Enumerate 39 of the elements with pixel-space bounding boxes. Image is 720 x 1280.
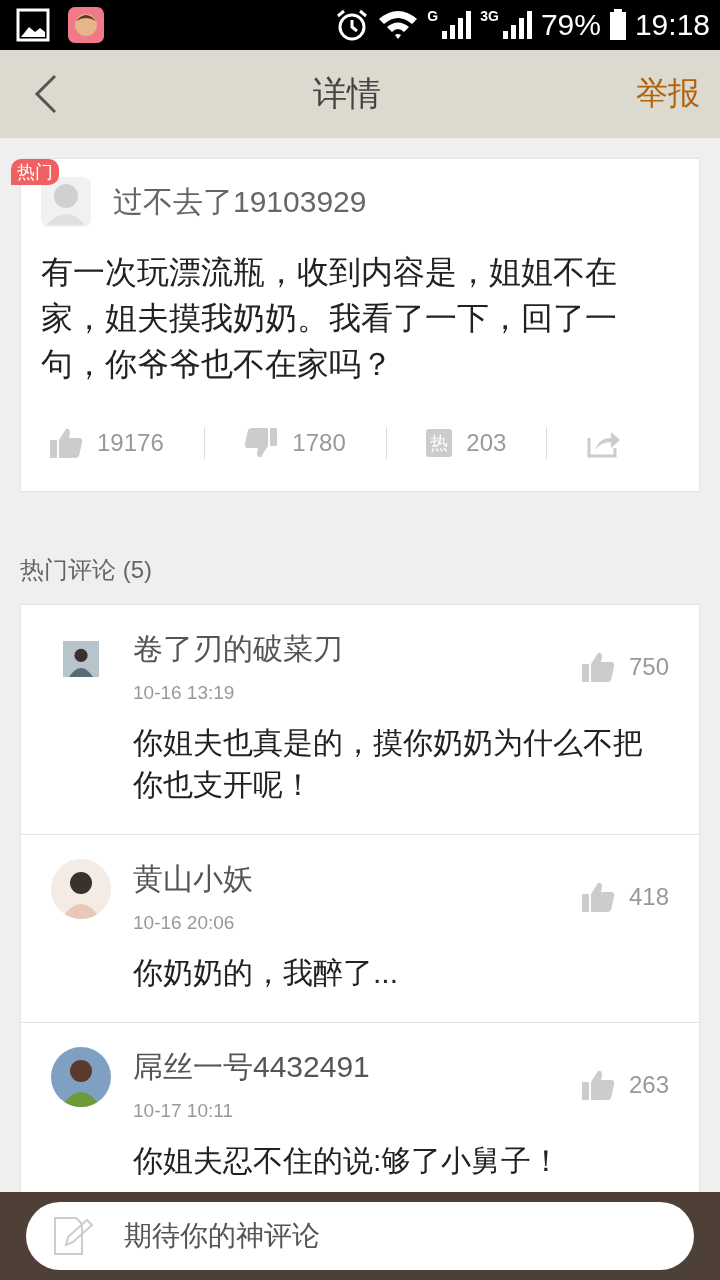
comment-time: 10-17 10:11 [133,1100,234,1122]
battery-percent: 79% [540,8,601,42]
thumbs-down-icon [244,427,279,459]
comment-text: 你奶奶的，我醉了... [133,955,399,991]
alarm-icon [335,8,370,42]
battery-icon [608,9,627,41]
commenter-name: 卷了刃的破菜刀 [133,631,343,667]
thumbs-up-icon [49,427,83,459]
comment-time: 10-16 20:06 [133,912,236,934]
thumbs-up-icon [580,650,615,683]
image-icon [16,8,50,42]
back-icon[interactable] [34,74,58,114]
signal-icon [500,9,533,41]
clock: 19:18 [634,8,710,42]
thumbs-up-icon [580,1068,615,1101]
like-button[interactable]: 19176 [49,427,164,459]
author-name: 过不去了19103929 [113,183,367,220]
commenter-name: 黄山小妖 [133,861,253,897]
comment-time: 10-16 13:19 [133,682,236,704]
section-title: 热门评论 (5) [20,555,153,585]
comment-text: 你姐夫也真是的，摸你奶奶为什么不把你也支开呢！ [133,725,644,803]
like-button[interactable]: 750 [580,650,669,683]
dislike-button[interactable]: 1780 [244,427,346,459]
hot-badge: 热门 [11,159,59,185]
report-button[interactable]: 举报 [636,72,700,116]
comment-field[interactable]: 期待你的神评论 [26,1202,694,1270]
like-button[interactable]: 263 [580,1068,669,1101]
like-button[interactable]: 418 [580,880,669,913]
network-type: 3G [480,8,499,24]
thumbs-up-icon [580,880,615,913]
page-title: 详情 [313,73,381,114]
app-icon [68,7,104,43]
commenter-name: 屌丝一号4432491 [133,1049,370,1085]
post-text: 有一次玩漂流瓶，收到内容是，姐姐不在家，姐夫摸我奶奶。我看了一下，回了一句，你爷爷也不在家吗？ [41,253,618,384]
network-type: G [427,8,439,24]
edit-icon [52,1215,94,1257]
signal-icon [440,9,473,41]
comment-text: 你姐夫忍不住的说:够了小舅子！ [133,1143,563,1179]
wifi-icon [377,9,420,41]
